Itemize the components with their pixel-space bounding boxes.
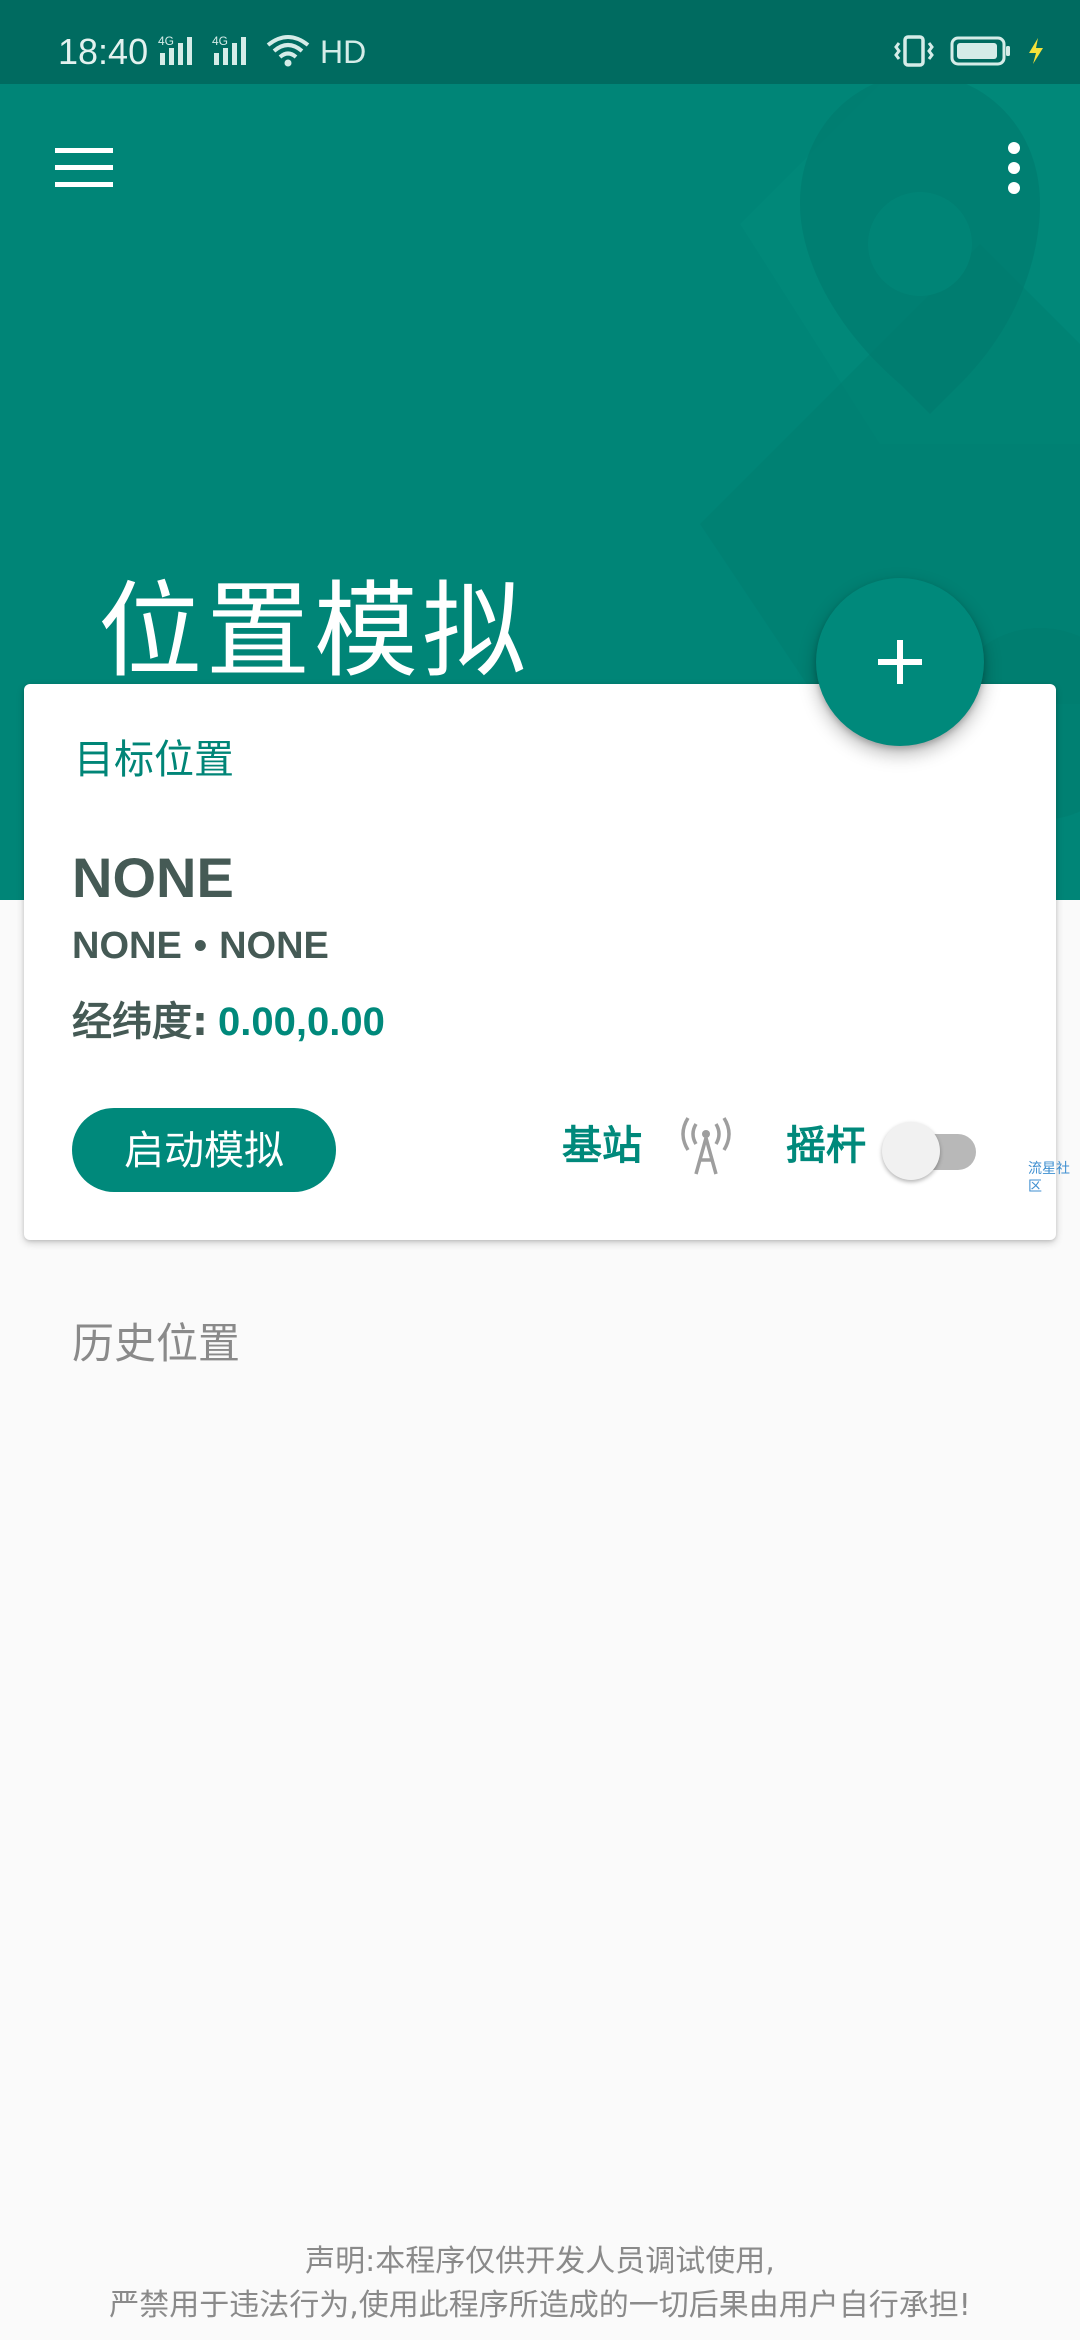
joystick-label: 摇杆 bbox=[786, 1123, 866, 1169]
card-label: 目标位置 bbox=[74, 737, 234, 783]
vibrate-icon bbox=[892, 34, 936, 72]
place-subtitle: NONE • NONE bbox=[72, 922, 329, 970]
status-right-icons bbox=[892, 34, 1046, 72]
svg-text:4G: 4G bbox=[158, 34, 174, 48]
coords-row: 经纬度: 0.00,0.00 bbox=[72, 996, 385, 1048]
wifi-icon bbox=[266, 33, 310, 71]
place-sub-separator: • bbox=[193, 925, 208, 967]
history-title: 历史位置 bbox=[72, 1319, 241, 1368]
more-options-button[interactable] bbox=[968, 122, 1060, 214]
hd-icon: HD bbox=[320, 34, 367, 70]
target-location-card: 目标位置 NONE NONE • NONE 经纬度: 0.00,0.00 启动模… bbox=[24, 684, 1056, 1240]
toggle-thumb bbox=[882, 1122, 940, 1180]
start-simulation-button[interactable]: 启动模拟 bbox=[72, 1108, 336, 1192]
battery-icon bbox=[950, 34, 1012, 72]
disclaimer-line-1: 声明:本程序仅供开发人员调试使用, bbox=[305, 2244, 775, 2279]
joystick-toggle[interactable] bbox=[880, 1114, 984, 1184]
signal-4g-icon: 4G bbox=[212, 33, 256, 71]
status-left-icons: 4G 4G HD bbox=[158, 32, 366, 72]
place-name: NONE bbox=[72, 846, 234, 909]
more-vert-icon bbox=[1008, 142, 1020, 194]
page-title: 位置模拟 bbox=[98, 569, 531, 692]
svg-text:4G: 4G bbox=[212, 34, 228, 48]
cell-tower-icon[interactable] bbox=[676, 1116, 736, 1176]
base-station-label: 基站 bbox=[562, 1123, 642, 1169]
add-location-fab[interactable] bbox=[816, 578, 984, 746]
coords-value: 0.00,0.00 bbox=[218, 1000, 385, 1044]
disclaimer: 声明:本程序仅供开发人员调试使用, 严禁用于违法行为,使用此程序所造成的一切后果… bbox=[0, 2240, 1080, 2328]
place-sub-1: NONE bbox=[72, 925, 182, 967]
app-screen: 18:40 4G 4G HD 位置模拟 目标位置 NONE NONE • NON… bbox=[0, 0, 1080, 2340]
coords-label: 经纬度: bbox=[72, 999, 208, 1045]
plus-icon bbox=[878, 640, 922, 684]
status-bar: 18:40 4G 4G HD bbox=[0, 0, 1080, 84]
watermark-text: 流星社区 bbox=[1028, 1161, 1070, 1195]
status-time: 18:40 bbox=[58, 31, 149, 72]
place-sub-2: NONE bbox=[219, 925, 329, 967]
hamburger-menu-icon bbox=[55, 148, 113, 187]
charging-icon bbox=[1026, 34, 1046, 72]
signal-4g-icon: 4G bbox=[158, 33, 202, 71]
disclaimer-line-2: 严禁用于违法行为,使用此程序所造成的一切后果由用户自行承担! bbox=[109, 2288, 971, 2323]
menu-button[interactable] bbox=[38, 122, 130, 214]
